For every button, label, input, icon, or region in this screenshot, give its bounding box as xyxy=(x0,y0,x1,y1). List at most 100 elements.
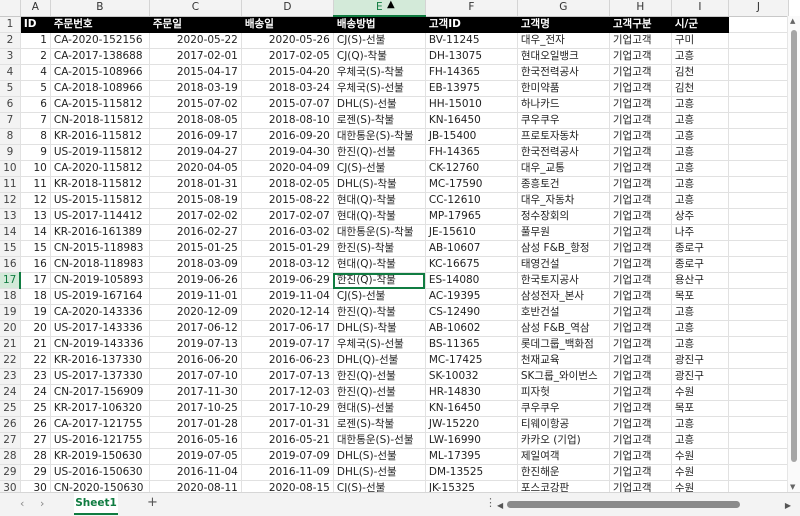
grid-cell[interactable] xyxy=(728,128,789,145)
grid-cell[interactable]: 2018-01-31 xyxy=(149,176,242,193)
scroll-right-icon[interactable]: ▶ xyxy=(785,501,791,510)
grid-cell[interactable]: 로젠(S)-착불 xyxy=(333,416,426,433)
grid-cell[interactable]: 삼성전자_본사 xyxy=(517,288,610,305)
grid-cell[interactable]: 7 xyxy=(20,112,51,129)
grid-cell[interactable]: 2019-11-04 xyxy=(241,288,334,305)
grid-cell[interactable]: 상주 xyxy=(671,208,729,225)
grid-cell[interactable]: US-2017-143336 xyxy=(50,320,150,337)
grid-cell[interactable]: 2019-07-09 xyxy=(241,448,334,465)
grid-cell[interactable]: 한진(Q)-선불 xyxy=(333,144,426,161)
grid-cell[interactable]: 정수장회의 xyxy=(517,208,610,225)
grid-cell[interactable]: CA-2017-138688 xyxy=(50,48,150,65)
grid-cell[interactable]: 한국전력공사 xyxy=(517,64,610,81)
grid-cell[interactable]: 기업고객 xyxy=(609,192,672,209)
grid-cell[interactable]: CA-2015-108966 xyxy=(50,64,150,81)
grid-cell[interactable]: DHL(Q)-선불 xyxy=(333,352,426,369)
grid-cell[interactable]: CJ(S)-선불 xyxy=(333,32,426,49)
grid-cell[interactable]: CN-2018-115812 xyxy=(50,112,150,129)
scroll-up-icon[interactable]: ▲ xyxy=(790,17,795,25)
row-header[interactable]: 7 xyxy=(0,112,21,129)
column-header-f[interactable]: F xyxy=(425,0,518,17)
vertical-scrollbar[interactable]: ▲ ▼ xyxy=(787,16,800,492)
grid-cell[interactable]: 2016-05-16 xyxy=(149,432,242,449)
grid-cell[interactable]: 2015-04-20 xyxy=(241,64,334,81)
column-header-d[interactable]: D xyxy=(241,0,334,17)
grid-cell[interactable] xyxy=(728,304,789,321)
grid-cell[interactable]: 6 xyxy=(20,96,51,113)
grid-cell[interactable]: 삼성 F&B_역삼 xyxy=(517,320,610,337)
grid-cell[interactable]: KR-2016-161389 xyxy=(50,224,150,241)
grid-cell[interactable]: 종로구 xyxy=(671,256,729,273)
grid-cell[interactable]: 4 xyxy=(20,64,51,81)
select-all-corner[interactable] xyxy=(0,0,21,17)
add-sheet-icon[interactable]: + xyxy=(147,495,158,510)
grid-cell[interactable]: 기업고객 xyxy=(609,288,672,305)
grid-cell[interactable]: 고흥 xyxy=(671,112,729,129)
row-header[interactable]: 13 xyxy=(0,208,21,225)
grid-cell[interactable]: 2020-12-09 xyxy=(149,304,242,321)
grid-cell[interactable]: 2017-02-07 xyxy=(241,208,334,225)
grid-cell[interactable]: 2017-12-03 xyxy=(241,384,334,401)
grid-cell[interactable] xyxy=(728,368,789,385)
grid-cell[interactable]: 2017-06-12 xyxy=(149,320,242,337)
grid-cell[interactable]: 기업고객 xyxy=(609,368,672,385)
grid-cell[interactable]: CJ(Q)-착불 xyxy=(333,48,426,65)
grid-cell[interactable]: 호반건설 xyxy=(517,304,610,321)
grid-cell[interactable]: 10 xyxy=(20,160,51,177)
grid-cell[interactable]: 고흥 xyxy=(671,416,729,433)
grid-cell[interactable] xyxy=(728,80,789,97)
grid-cell[interactable]: 28 xyxy=(20,448,51,465)
grid-cell[interactable]: US-2017-137330 xyxy=(50,368,150,385)
grid-cell[interactable]: 풀무원 xyxy=(517,224,610,241)
grid-cell[interactable]: 2015-01-25 xyxy=(149,240,242,257)
grid-cell[interactable]: KR-2017-106320 xyxy=(50,400,150,417)
grid-cell[interactable]: 2016-11-04 xyxy=(149,464,242,481)
grid-cell[interactable]: 우체국(S)-선불 xyxy=(333,336,426,353)
grid-cell[interactable]: FH-14365 xyxy=(425,144,518,161)
grid-cell[interactable] xyxy=(728,400,789,417)
column-header-e[interactable]: E xyxy=(333,0,426,17)
grid-cell[interactable]: 2015-08-22 xyxy=(241,192,334,209)
grid-cell[interactable]: 2017-07-10 xyxy=(149,368,242,385)
grid-cell[interactable]: 2017-01-31 xyxy=(241,416,334,433)
row-header[interactable]: 18 xyxy=(0,288,21,305)
grid-cell[interactable]: 기업고객 xyxy=(609,464,672,481)
grid-cell[interactable]: CS-12490 xyxy=(425,304,518,321)
grid-cell[interactable]: 고흥 xyxy=(671,304,729,321)
scroll-down-icon[interactable]: ▼ xyxy=(790,483,795,491)
grid-cell[interactable]: US-2016-150630 xyxy=(50,464,150,481)
grid-cell[interactable]: 고흥 xyxy=(671,192,729,209)
grid-cell[interactable]: 기업고객 xyxy=(609,112,672,129)
grid-cell[interactable]: 종흥토건 xyxy=(517,176,610,193)
row-header[interactable]: 4 xyxy=(0,64,21,81)
header-cell[interactable]: 주문번호 xyxy=(50,16,150,33)
grid-cell[interactable]: 2015-07-02 xyxy=(149,96,242,113)
grid-cell[interactable]: 2018-08-10 xyxy=(241,112,334,129)
grid-cell[interactable] xyxy=(728,432,789,449)
grid-cell[interactable]: HR-14830 xyxy=(425,384,518,401)
grid-cell[interactable]: 고흥 xyxy=(671,320,729,337)
row-header[interactable]: 3 xyxy=(0,48,21,65)
grid-cell[interactable]: 2019-04-27 xyxy=(149,144,242,161)
grid-cell[interactable]: 수원 xyxy=(671,480,729,492)
grid-cell[interactable]: 프로토자동차 xyxy=(517,128,610,145)
header-cell[interactable]: 고객명 xyxy=(517,16,610,33)
grid-cell[interactable]: 2018-03-24 xyxy=(241,80,334,97)
row-header[interactable]: 19 xyxy=(0,304,21,321)
grid-cell[interactable]: CJ(S)-선불 xyxy=(333,160,426,177)
grid-cell[interactable]: 수원 xyxy=(671,464,729,481)
grid-cell[interactable]: KR-2016-137330 xyxy=(50,352,150,369)
grid-cell[interactable]: FH-14365 xyxy=(425,64,518,81)
row-header[interactable]: 28 xyxy=(0,448,21,465)
grid-cell[interactable]: US-2019-167164 xyxy=(50,288,150,305)
grid-cell[interactable]: 2016-06-20 xyxy=(149,352,242,369)
grid-cell[interactable] xyxy=(728,176,789,193)
grid-cell[interactable]: 한진(Q)-선불 xyxy=(333,368,426,385)
grid-cell[interactable]: 17 xyxy=(20,272,51,289)
row-header[interactable]: 16 xyxy=(0,256,21,273)
grid-cell[interactable] xyxy=(728,320,789,337)
row-header[interactable]: 20 xyxy=(0,320,21,337)
header-cell[interactable]: 고객ID xyxy=(425,16,518,33)
grid-cell[interactable]: 대우_교통 xyxy=(517,160,610,177)
grid-cell[interactable]: 2020-04-09 xyxy=(241,160,334,177)
